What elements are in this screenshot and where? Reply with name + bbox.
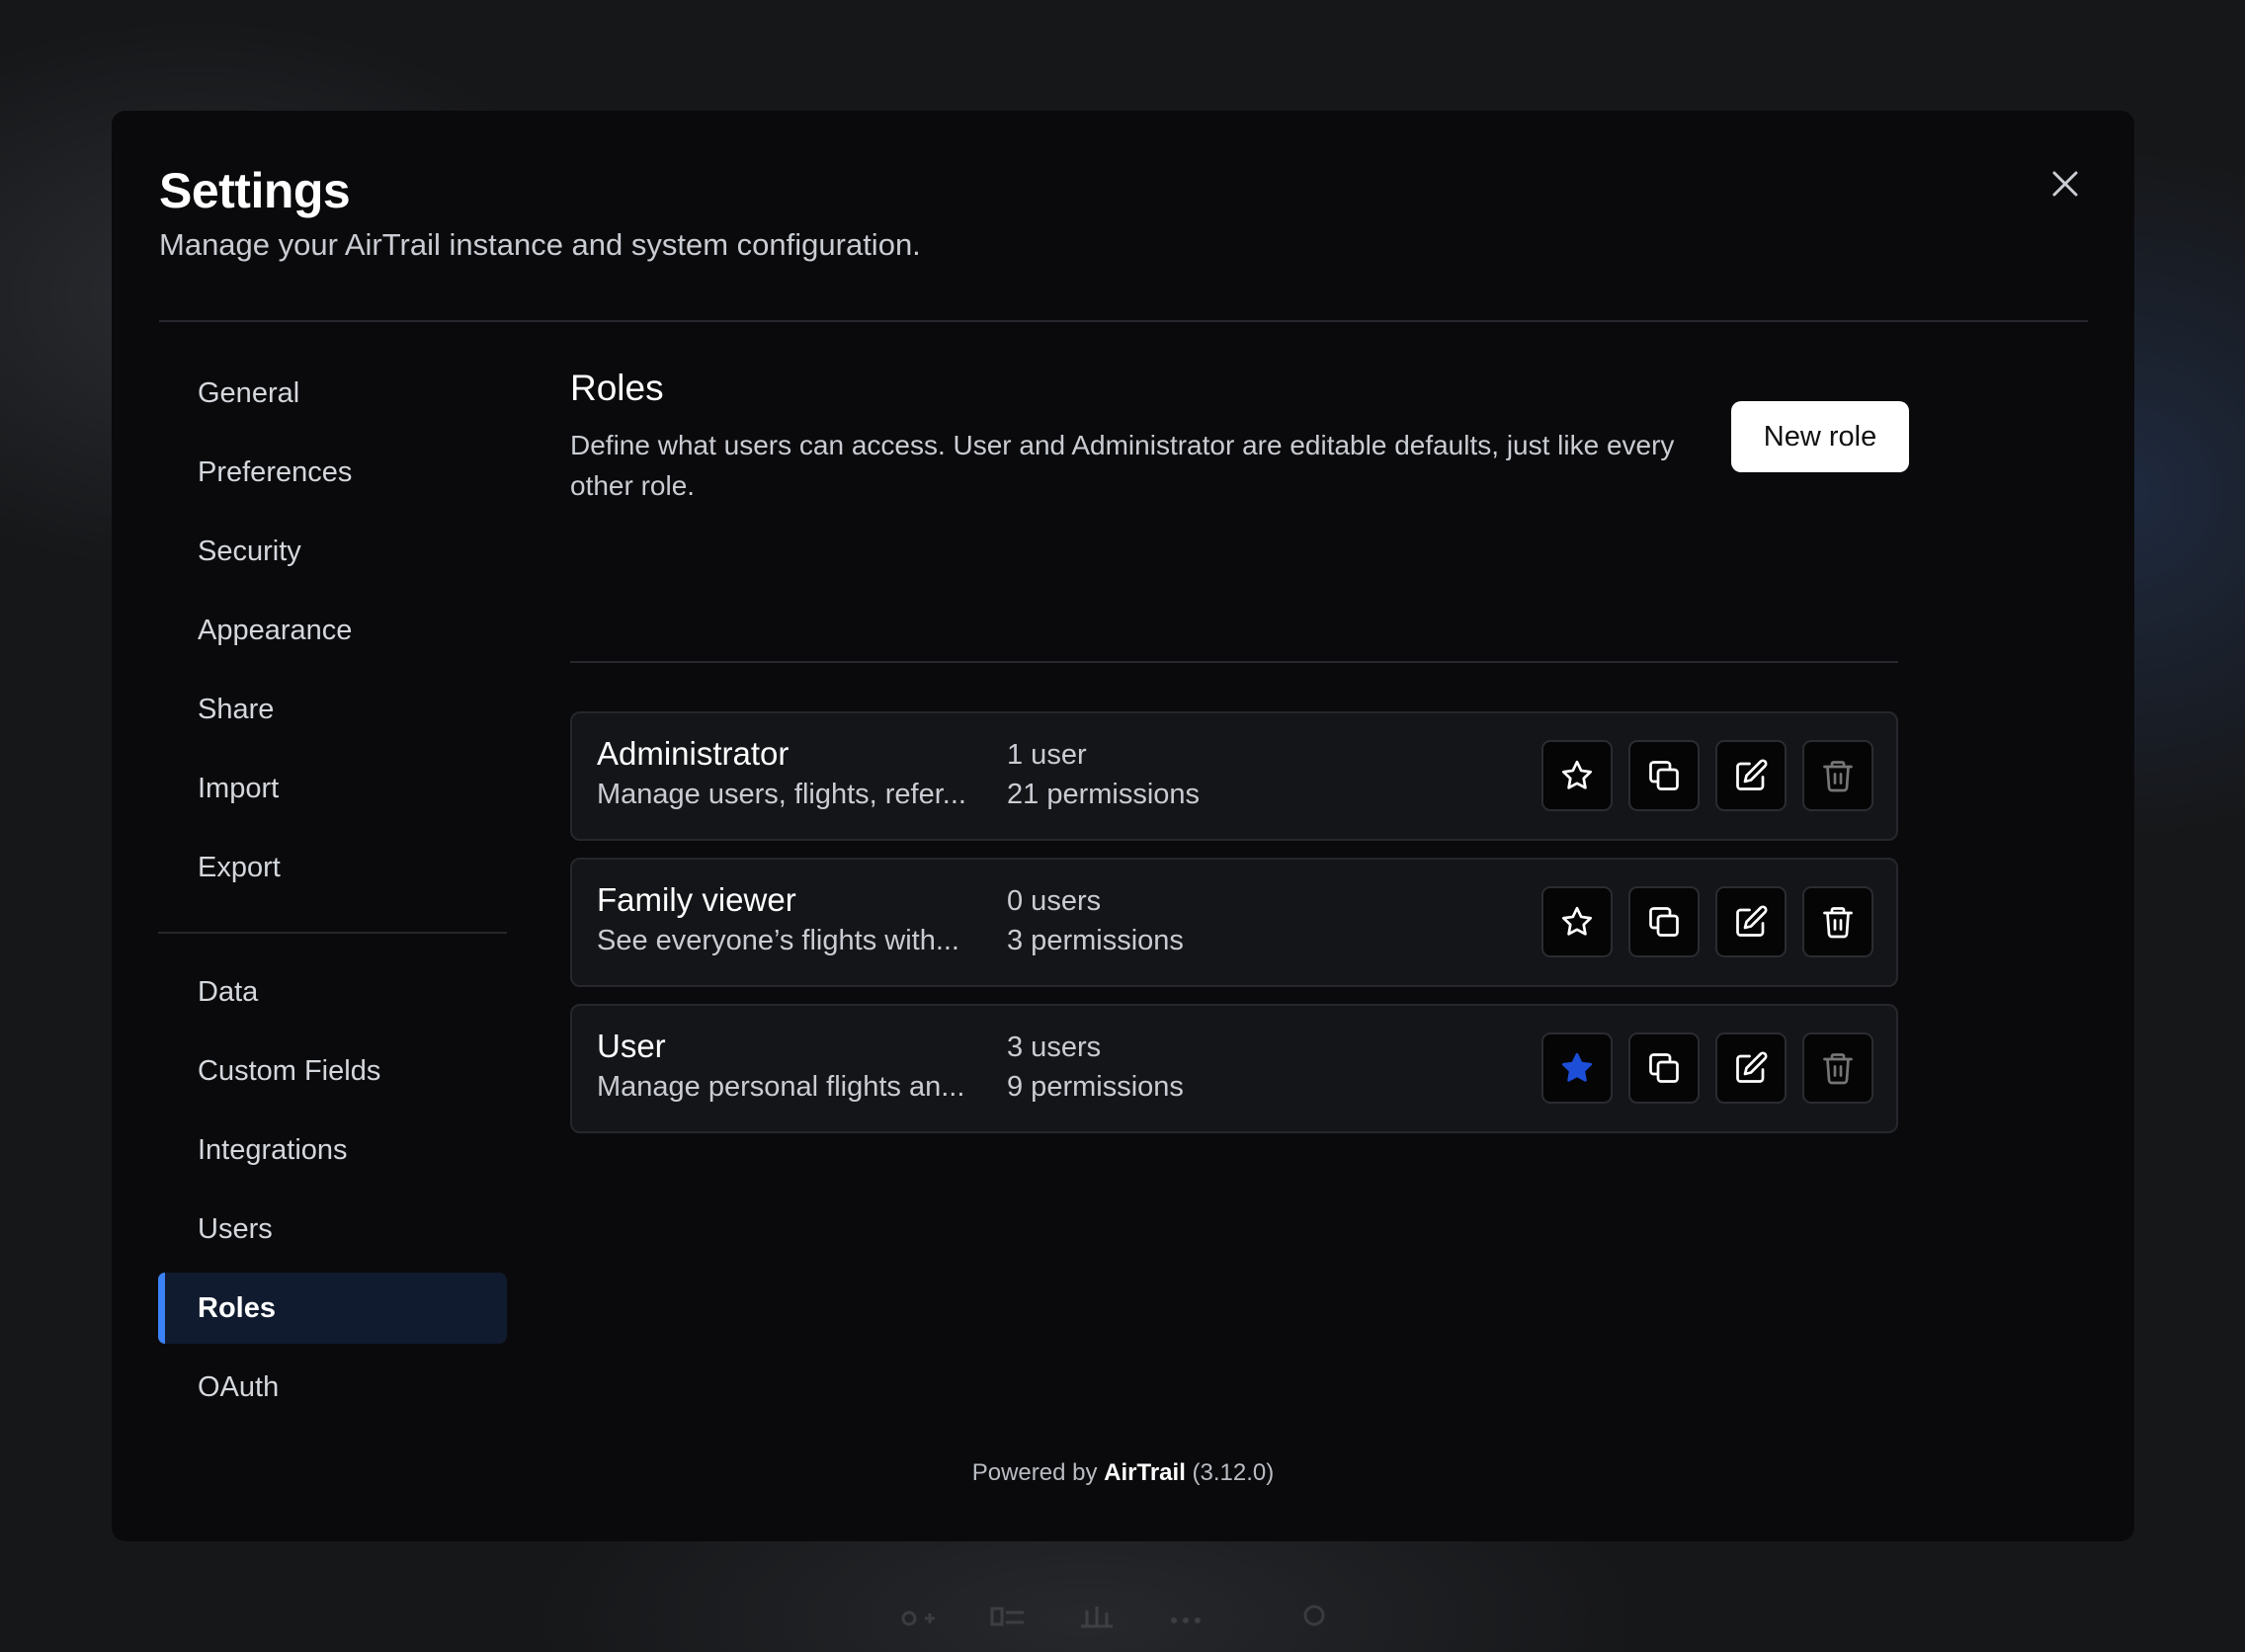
role-name: Administrator xyxy=(597,735,790,772)
sidebar-item-export[interactable]: Export xyxy=(158,832,507,903)
copy-icon xyxy=(1649,761,1679,790)
header-divider xyxy=(159,320,2088,322)
delete-button[interactable] xyxy=(1802,886,1873,957)
duplicate-button[interactable] xyxy=(1628,1032,1700,1104)
edit-icon xyxy=(1736,759,1768,790)
sidebar-item-security[interactable]: Security xyxy=(158,516,507,587)
role-user-count: 3 users xyxy=(1007,1032,1102,1063)
role-card-administrator: Administrator Manage users, flights, ref… xyxy=(570,711,1898,841)
role-description: See everyone’s flights with... xyxy=(597,925,959,956)
set-default-button[interactable] xyxy=(1541,886,1613,957)
role-name: Family viewer xyxy=(597,881,796,918)
sidebar-item-preferences[interactable]: Preferences xyxy=(158,437,507,508)
close-icon xyxy=(2052,171,2078,197)
sidebar-item-share[interactable]: Share xyxy=(158,674,507,745)
role-description: Manage users, flights, refer... xyxy=(597,779,966,810)
role-card-family-viewer: Family viewer See everyone’s flights wit… xyxy=(570,858,1898,987)
role-description: Manage personal flights an... xyxy=(597,1071,965,1103)
roles-description: Define what users can access. User and A… xyxy=(570,430,1675,501)
role-permission-count: 21 permissions xyxy=(1007,779,1201,810)
duplicate-button[interactable] xyxy=(1628,886,1700,957)
footer-prefix: Powered by xyxy=(971,1459,1098,1486)
sidebar-item-roles[interactable]: Roles xyxy=(158,1273,507,1344)
background-dock xyxy=(870,1581,1383,1652)
duplicate-button[interactable] xyxy=(1628,740,1700,811)
edit-button[interactable] xyxy=(1715,1032,1787,1104)
sidebar-item-general[interactable]: General xyxy=(158,358,507,429)
dock-settings-icon xyxy=(1303,1605,1325,1626)
sidebar-divider xyxy=(158,932,507,934)
sidebar-item-import[interactable]: Import xyxy=(158,753,507,824)
role-permission-count: 9 permissions xyxy=(1007,1071,1184,1103)
edit-button[interactable] xyxy=(1715,886,1787,957)
footer-brand-link[interactable]: AirTrail xyxy=(1104,1459,1186,1486)
sidebar-item-users[interactable]: Users xyxy=(158,1194,507,1265)
star-icon xyxy=(1562,760,1592,789)
star-filled-icon xyxy=(1562,1052,1592,1082)
sidebar-item-data[interactable]: Data xyxy=(158,956,507,1028)
settings-modal: Settings Manage your AirTrail instance a… xyxy=(112,111,2134,1541)
role-permission-count: 3 permissions xyxy=(1007,925,1184,956)
trash-icon xyxy=(1823,761,1853,792)
footer: Powered by AirTrail (3.12.0) xyxy=(112,1459,2134,1487)
sidebar-item-custom-fields[interactable]: Custom Fields xyxy=(158,1035,507,1107)
roles-title: Roles xyxy=(570,368,664,408)
delete-button[interactable] xyxy=(1802,1032,1873,1104)
sidebar-item-appearance[interactable]: Appearance xyxy=(158,595,507,666)
modal-title: Settings xyxy=(159,163,351,218)
edit-button[interactable] xyxy=(1715,740,1787,811)
copy-icon xyxy=(1649,1053,1679,1083)
dock-chart-icon xyxy=(1081,1607,1113,1628)
role-name: User xyxy=(597,1028,666,1064)
role-card-user: User Manage personal flights an... 3 use… xyxy=(570,1004,1898,1133)
dock-add-icon xyxy=(901,1611,935,1626)
set-default-button[interactable] xyxy=(1541,740,1613,811)
roles-divider xyxy=(570,661,1898,663)
default-role-button[interactable] xyxy=(1541,1032,1613,1104)
trash-icon xyxy=(1823,907,1853,939)
sidebar-item-integrations[interactable]: Integrations xyxy=(158,1115,507,1186)
modal-subtitle: Manage your AirTrail instance and system… xyxy=(159,227,921,262)
delete-button[interactable] xyxy=(1802,740,1873,811)
edit-icon xyxy=(1736,905,1768,937)
edit-icon xyxy=(1736,1051,1768,1083)
dock-list-icon xyxy=(990,1607,1024,1626)
dock-more-icon xyxy=(1171,1617,1201,1623)
role-user-count: 0 users xyxy=(1007,885,1102,917)
role-user-count: 1 user xyxy=(1007,739,1087,771)
star-icon xyxy=(1562,906,1592,936)
sidebar-item-oauth[interactable]: OAuth xyxy=(158,1352,507,1423)
trash-icon xyxy=(1823,1053,1853,1085)
new-role-button[interactable]: New role xyxy=(1731,401,1909,472)
close-button[interactable] xyxy=(2043,162,2087,206)
footer-version: (3.12.0) xyxy=(1192,1459,1275,1486)
copy-icon xyxy=(1649,907,1679,937)
